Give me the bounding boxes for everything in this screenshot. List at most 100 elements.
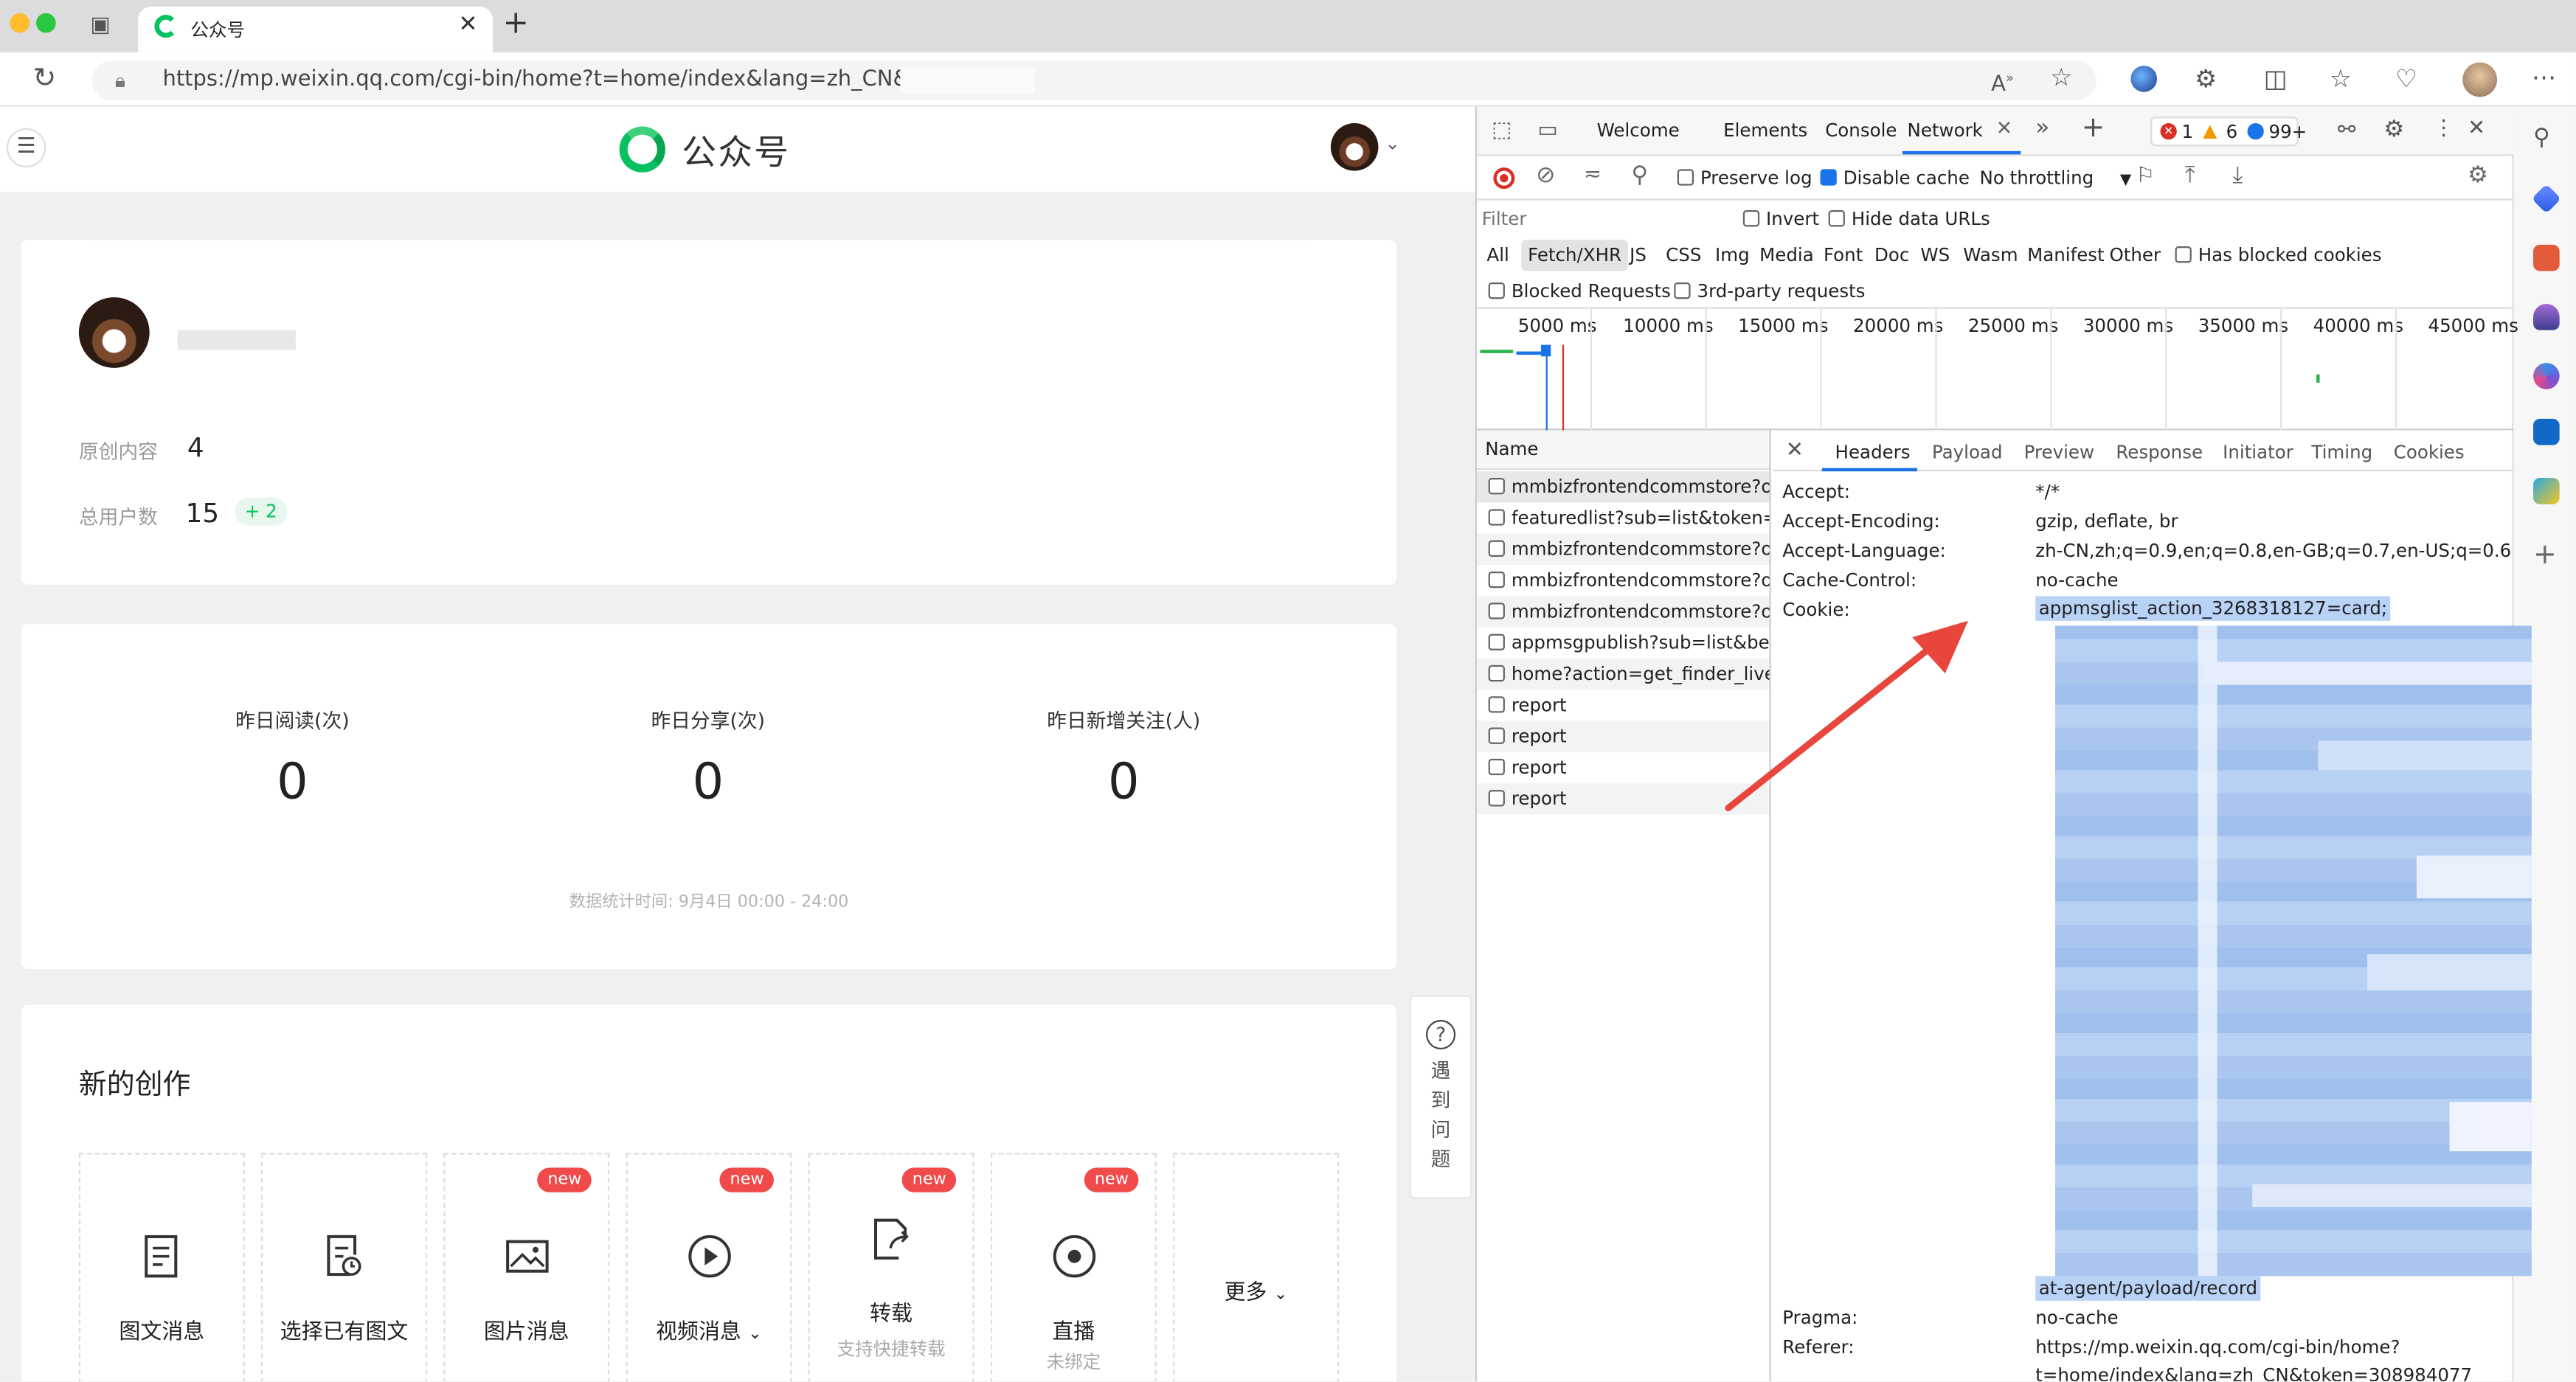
type-js[interactable]: JS	[1630, 245, 1647, 266]
issues-counter[interactable]: ✕ 1 ▲ 6 99+	[2150, 117, 2307, 147]
request-row[interactable]: mmbizfrontendcommstore?o...	[1477, 533, 1770, 566]
profile-avatar[interactable]	[2462, 62, 2498, 97]
invert-checkbox[interactable]: Invert	[1742, 209, 1819, 230]
detail-tab-timing[interactable]: Timing	[2311, 442, 2372, 463]
export-har-icon[interactable]: ⤓	[2232, 162, 2243, 189]
preserve-log-checkbox[interactable]: Preserve log	[1677, 167, 1812, 189]
type-ws[interactable]: WS	[1920, 245, 1950, 266]
detail-tab-cookies[interactable]: Cookies	[2394, 442, 2465, 463]
filter-input[interactable]	[1481, 205, 1728, 234]
office-icon[interactable]	[2533, 363, 2560, 389]
window-zoom-button[interactable]	[35, 13, 56, 33]
browser-tab[interactable]: 公众号 ✕	[138, 6, 494, 53]
has-blocked-cookies-label: Has blocked cookies	[2198, 244, 2382, 266]
inspect-icon[interactable]: ⬚	[1492, 118, 1512, 142]
stat-read-value: 0	[277, 754, 308, 812]
type-font[interactable]: Font	[1824, 245, 1863, 266]
tab-elements[interactable]: Elements	[1723, 120, 1807, 142]
url-field[interactable]: 🔒︎ https://mp.weixin.qq.com/cgi-bin/home…	[91, 60, 2097, 100]
disable-cache-checkbox[interactable]: Disable cache	[1820, 167, 1970, 189]
extension-globe-icon[interactable]	[2130, 66, 2158, 92]
settings-gear-icon[interactable]: ⚙	[2383, 117, 2404, 143]
type-img[interactable]: Img	[1715, 245, 1750, 266]
header-key: Accept-Language:	[1782, 540, 1946, 562]
split-screen-icon[interactable]: ◫	[2264, 64, 2288, 94]
detail-tab-headers[interactable]: Headers	[1835, 442, 1911, 463]
hide-data-urls-checkbox[interactable]: Hide data URLs	[1828, 209, 1990, 230]
network-timeline[interactable]: 5000 ms 10000 ms 15000 ms 20000 ms 25000…	[1477, 308, 2518, 431]
clear-icon[interactable]: ⊘	[1536, 162, 1555, 189]
detail-tab-payload[interactable]: Payload	[1932, 442, 2003, 463]
grid-line	[1705, 308, 1707, 431]
more-menu-icon[interactable]: ⋯	[2532, 63, 2556, 92]
more-tabs-icon[interactable]: »	[2035, 115, 2049, 142]
name-column-header[interactable]: Name	[1477, 430, 1770, 470]
search-icon[interactable]: ⚲	[2533, 123, 2550, 153]
type-all[interactable]: All	[1486, 245, 1509, 266]
type-doc[interactable]: Doc	[1874, 245, 1909, 266]
close-network-tab-icon[interactable]: ✕	[1996, 117, 2012, 139]
close-tab-icon[interactable]: ✕	[458, 12, 477, 38]
tag-icon[interactable]	[2531, 184, 2562, 214]
request-row[interactable]: featuredlist?sub=list&token=...	[1477, 502, 1769, 533]
add-sidebar-app-icon[interactable]: +	[2533, 541, 2557, 570]
import-har-icon[interactable]: ⤒	[2185, 162, 2195, 189]
tab-network[interactable]: Network	[1908, 120, 1983, 142]
menu-hamburger-icon[interactable]: ☰	[6, 128, 46, 168]
reload-icon[interactable]: ↻	[33, 64, 57, 94]
close-detail-icon[interactable]: ✕	[1786, 439, 1804, 463]
chevron-down-icon[interactable]: ⌄	[1385, 133, 1400, 154]
header-value: gzip, deflate, br	[2035, 510, 2178, 532]
network-settings-icon[interactable]: ⚙	[2468, 162, 2488, 189]
throttling-select[interactable]: No throttling ▼	[1980, 167, 2132, 189]
kebab-menu-icon[interactable]: ⋮	[2433, 117, 2454, 141]
account-avatar[interactable]	[1330, 123, 1379, 171]
device-toolbar-icon[interactable]: ▭	[1537, 118, 1557, 142]
new-tab-button[interactable]: +	[502, 7, 528, 38]
add-tab-icon[interactable]: +	[2082, 111, 2105, 145]
search-icon[interactable]: ⚲	[1631, 162, 1648, 189]
read-aloud-icon[interactable]: A»	[1991, 64, 2014, 101]
type-manifest[interactable]: Manifest	[2027, 245, 2105, 266]
tab-actions-icon[interactable]: ▣	[90, 12, 110, 41]
request-name: featuredlist?sub=list&token=...	[1511, 507, 1770, 529]
cookie-tail-selected: at-agent/payload/record	[2035, 1276, 2261, 1301]
devtools-tabbar: ⬚ ▭ Welcome Elements Console Network ✕ »…	[1477, 106, 2514, 156]
request-row[interactable]: mmbizfrontendcommstore?o...	[1477, 471, 1770, 503]
games-icon[interactable]	[2533, 303, 2560, 330]
third-party-checkbox[interactable]: 3rd-party requests	[1674, 281, 1866, 302]
has-blocked-cookies-checkbox[interactable]: Has blocked cookies	[2175, 245, 2382, 266]
favorite-star-icon[interactable]: ☆	[2050, 63, 2072, 92]
request-row[interactable]: mmbizfrontendcommstore?o...	[1477, 565, 1769, 596]
detail-tab-initiator[interactable]: Initiator	[2223, 442, 2293, 463]
header-key: Cache-Control:	[1782, 569, 1917, 591]
tab-console[interactable]: Console	[1825, 120, 1897, 142]
type-css[interactable]: CSS	[1666, 245, 1701, 266]
toolbox-icon[interactable]	[2533, 244, 2560, 271]
browser-essentials-icon[interactable]: ♡	[2395, 64, 2417, 94]
tab-welcome[interactable]: Welcome	[1597, 120, 1680, 142]
pragma-key: Pragma:	[1782, 1307, 1858, 1329]
type-fetch-xhr[interactable]: Fetch/XHR	[1521, 240, 1628, 271]
type-other[interactable]: Other	[2109, 245, 2161, 266]
detail-tab-response[interactable]: Response	[2116, 442, 2203, 463]
close-devtools-icon[interactable]: ✕	[2468, 117, 2485, 141]
help-char-4: 题	[1430, 1147, 1451, 1171]
request-name: report	[1511, 757, 1567, 779]
blocked-requests-checkbox[interactable]: Blocked Requests	[1488, 281, 1671, 302]
help-button[interactable]: ? 遇 到 问 题	[1409, 995, 1472, 1199]
window-minimize-button[interactable]	[10, 13, 30, 33]
outlook-icon[interactable]	[2533, 418, 2560, 445]
pragma-value: no-cache	[2035, 1307, 2119, 1329]
account-name-redacted	[177, 330, 296, 350]
drop-icon[interactable]	[2533, 478, 2560, 504]
network-conditions-icon[interactable]: ⚐	[2136, 164, 2155, 189]
type-wasm[interactable]: Wasm	[1963, 245, 2018, 266]
extensions-puzzle-icon[interactable]: ⚙	[2195, 64, 2217, 94]
type-media[interactable]: Media	[1759, 245, 1814, 266]
connection-icon[interactable]: ⚯	[2338, 118, 2355, 142]
detail-tab-preview[interactable]: Preview	[2024, 442, 2094, 463]
collections-icon[interactable]: ☆	[2330, 64, 2352, 94]
record-icon[interactable]	[1493, 167, 1515, 190]
filter-funnel-icon[interactable]: ≂	[1584, 162, 1602, 187]
